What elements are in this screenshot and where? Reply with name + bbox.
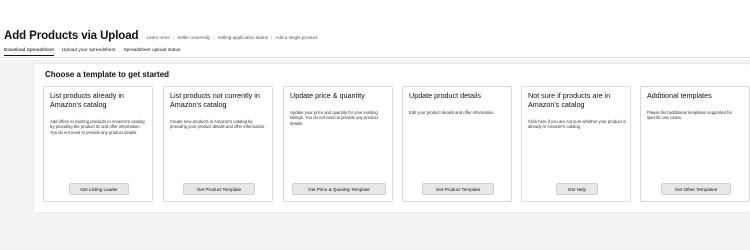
template-panel: Choose a template to get started List pr… [34, 64, 750, 212]
link-separator: | [172, 35, 175, 40]
card-description: Edit your product details and offer info… [409, 110, 495, 115]
get-listing-loader-button[interactable]: Get Listing Loader [69, 183, 129, 195]
header-links: Learn more | Seller University | Selling… [146, 35, 317, 40]
upload-tabs: Download Spreadsheet Upload your spreads… [4, 48, 189, 56]
seller-university-link[interactable]: Seller University [177, 35, 210, 40]
card-title: Update price & quantity [290, 91, 365, 100]
get-price-quantity-template-button[interactable]: Get Price & Quantity Template [292, 183, 386, 195]
title-row: Add Products via Upload Learn more | Sel… [4, 30, 317, 42]
card-description: Create new products in Amazon's catalog … [170, 119, 266, 130]
card-title: List products already in Amazon's catalo… [50, 91, 124, 109]
get-product-template-button[interactable]: Get Product Template [183, 183, 255, 195]
get-help-button[interactable]: Get Help [556, 183, 598, 195]
card-listing-loader: List products already in Amazon's catalo… [43, 86, 153, 202]
page-title: Add Products via Upload [4, 30, 139, 42]
add-single-product-link[interactable]: Add a single product [275, 35, 317, 40]
learn-more-link[interactable]: Learn more [146, 35, 170, 40]
card-additional-templates: Additional templates Please find additio… [640, 86, 750, 202]
page-header: Add Products via Upload Learn more | Sel… [0, 0, 750, 60]
get-other-templates-button[interactable]: Get Other Templates [661, 183, 731, 195]
card-title: List products not currently in Amazon's … [170, 91, 260, 109]
card-title: Additional templates [647, 91, 712, 100]
card-description: Click here if you are not sure whether y… [528, 119, 626, 130]
card-new-products: List products not currently in Amazon's … [163, 86, 273, 202]
template-cards: List products already in Amazon's catalo… [43, 86, 750, 206]
card-title: Update product details [409, 91, 481, 100]
tab-download-spreadsheet[interactable]: Download Spreadsheet [4, 48, 54, 56]
link-separator: | [271, 35, 273, 40]
card-description: Please find additional templates support… [647, 110, 732, 121]
get-product-template-button[interactable]: Get Product Template [422, 183, 494, 195]
card-description: Add offers to existing products in Amazo… [50, 119, 145, 135]
card-description: Update your price and quantity for your … [290, 110, 379, 126]
tab-upload-status[interactable]: Spreadsheet upload status [123, 48, 180, 56]
tab-divider [0, 57, 750, 58]
card-title: Not sure if products are in Amazon's cat… [528, 91, 611, 109]
selling-application-status-link[interactable]: Selling application status [218, 35, 269, 40]
card-price-quantity: Update price & quantity Update your pric… [283, 86, 393, 202]
card-update-details: Update product details Edit your product… [402, 86, 512, 202]
tab-upload-spreadsheet[interactable]: Upload your spreadsheet [62, 48, 116, 56]
link-separator: | [213, 35, 215, 40]
card-not-sure: Not sure if products are in Amazon's cat… [521, 86, 631, 202]
section-heading: Choose a template to get started [45, 70, 170, 79]
